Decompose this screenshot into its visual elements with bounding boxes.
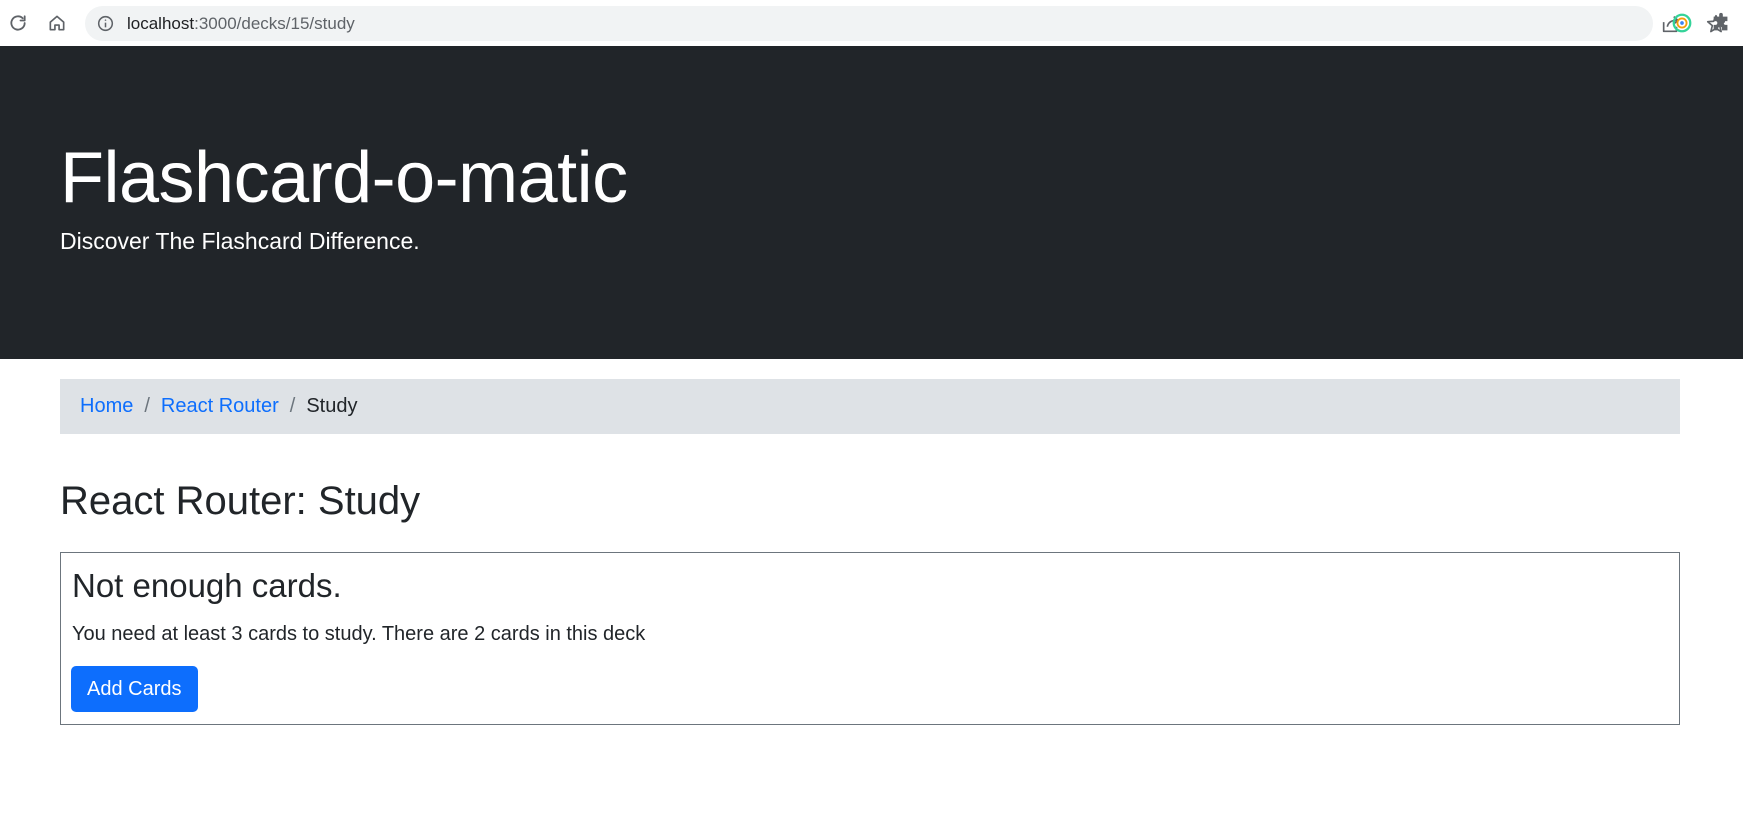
reload-icon[interactable] [3,8,33,38]
card-heading: Not enough cards. [72,567,342,604]
breadcrumb-home-link[interactable]: Home [80,395,133,418]
site-info-icon[interactable] [97,15,114,32]
not-enough-cards-card: Not enough cards. You need at least 3 ca… [60,552,1680,725]
page-title: React Router: Study [60,479,421,523]
home-icon[interactable] [42,8,72,38]
url-text: localhost:3000/decks/15/study [127,14,355,34]
extensions-puzzle-icon[interactable] [1710,12,1732,34]
app-title: Flashcard-o-matic [60,138,628,218]
app-subtitle: Discover The Flashcard Difference. [60,228,420,254]
breadcrumb: Home / React Router / Study [60,379,1680,434]
url-path: :3000/decks/15/study [194,14,355,33]
card-message: You need at least 3 cards to study. Ther… [72,623,646,645]
url-host: localhost [127,14,195,33]
header-jumbotron: Flashcard-o-matic Discover The Flashcard… [0,46,1743,359]
breadcrumb-current: Study [306,395,358,417]
browser-toolbar: localhost:3000/decks/15/study [0,0,1743,46]
extension-icon[interactable] [1671,12,1693,34]
breadcrumb-separator: / [289,395,296,417]
add-cards-button[interactable]: Add Cards [71,666,198,712]
breadcrumb-deck-link[interactable]: React Router [161,395,279,418]
address-bar[interactable]: localhost:3000/decks/15/study [85,6,1726,41]
breadcrumb-separator: / [144,395,150,417]
